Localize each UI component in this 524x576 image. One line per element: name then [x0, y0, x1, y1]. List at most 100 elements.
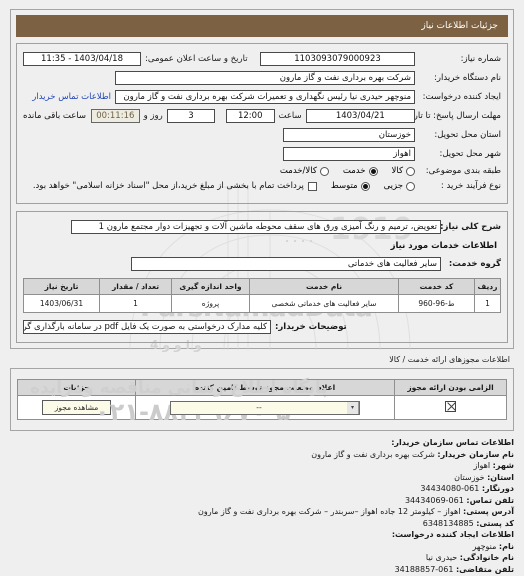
- cell-unit: پروژه: [171, 294, 250, 313]
- remaining-days-field[interactable]: 3: [166, 109, 216, 123]
- service-table-header-row: ردیف کد خدمت نام خدمت واحد اندازه گیری ت…: [23, 278, 501, 295]
- table-row: ▾ -- مشاهده مجوز: [17, 395, 507, 420]
- permit-status-select[interactable]: ▾ --: [170, 400, 360, 415]
- creator-label-phone: تلفن متقاضی:: [455, 564, 514, 574]
- province-field[interactable]: خوزستان: [283, 128, 415, 142]
- radio-icon-motevaset[interactable]: [360, 181, 370, 191]
- category-label: طبقه بندی موضوعی:: [425, 166, 501, 176]
- radio-icon-kala[interactable]: [406, 166, 415, 176]
- col-name: نام خدمت: [249, 278, 399, 295]
- remaining-label: ساعت باقی مانده: [22, 111, 87, 121]
- contact-value-phone: 34434069-061: [404, 495, 464, 505]
- summary-box: شرح کلی نیاز: تعویض، ترمیم و رنگ آمیزی و…: [16, 211, 508, 343]
- contact-label-province: استان:: [487, 472, 514, 482]
- contact-item-fax: دورنگار: 34434080-061: [10, 483, 514, 495]
- radio-icon-khedmat[interactable]: [368, 166, 378, 176]
- creator-value-phone: 34188857-061: [394, 564, 454, 574]
- chevron-down-icon[interactable]: ▾: [347, 401, 359, 414]
- cell-need-date: 1403/06/31: [23, 294, 100, 313]
- radio-label-motevaset: متوسط: [330, 181, 358, 191]
- cell-quantity: 1: [99, 294, 172, 313]
- panel-title: جزئیات اطلاعات نیاز: [16, 15, 508, 37]
- contact-label-postal: کد پستی:: [476, 518, 514, 528]
- contact-value-postal: 6348134885: [422, 518, 474, 528]
- gap-label: [215, 111, 226, 121]
- contact-item-address: آدرس پستی: اهواز – کیلومتر 12 جاده اهواز…: [10, 506, 514, 518]
- announce-field[interactable]: 1403/04/18 - 11:35: [23, 52, 141, 66]
- need-number-field[interactable]: 1103093079000923: [260, 52, 415, 66]
- buyer-org-label: نام دستگاه خریدار:: [434, 73, 501, 83]
- countdown-field: 00:11:16: [91, 109, 140, 123]
- col-quantity: تعداد / مقدار: [99, 278, 172, 295]
- summary-label: شرح کلی نیاز:: [440, 222, 501, 232]
- contact-item-org: نام سازمان خریدار: شرکت بهره برداری نفت …: [10, 449, 514, 461]
- row-buyer-notes: توضیحات خریدار: کلیه مدارک درخواستی به ص…: [23, 320, 501, 334]
- creator-field[interactable]: منوچهر حیدری نیا رئیس نگهداری و تعمیرات …: [115, 90, 415, 104]
- creator-value-first: منوچهر: [472, 541, 497, 551]
- radio-category-khedmat[interactable]: خدمت: [343, 166, 378, 176]
- services-heading: اطلاعات خدمات مورد نیاز: [390, 241, 497, 251]
- service-table: ردیف کد خدمت نام خدمت واحد اندازه گیری ت…: [23, 278, 501, 313]
- col-permit-status: اعلام وضعیت مجوز توسط تامین کننده: [135, 379, 395, 396]
- contact-value-province: خوزستان: [454, 472, 485, 482]
- permits-table: الزامی بودن ارائه مجوز اعلام وضعیت مجوز …: [17, 379, 507, 420]
- creator-value-last: حیدری نیا: [425, 553, 458, 562]
- deadline-label: مهلت ارسال پاسخ: تا تاریخ:: [403, 110, 501, 121]
- buyer-org-field[interactable]: شرکت بهره برداری نفت و گاز مارون: [115, 71, 415, 85]
- deadline-time-field[interactable]: 12:00: [225, 109, 275, 123]
- radio-label-kala-khedmat: کالا/خدمت: [279, 166, 317, 176]
- col-index: ردیف: [474, 278, 501, 295]
- col-permit-details: جزئیات: [17, 379, 136, 396]
- row-summary: شرح کلی نیاز: تعویض، ترمیم و رنگ آمیزی و…: [23, 220, 501, 234]
- radio-process-jozi[interactable]: جزیی: [384, 181, 415, 191]
- radio-category-kala[interactable]: کالا: [392, 166, 415, 176]
- contact-heading: اطلاعات تماس سازمان خریدار:: [391, 438, 514, 447]
- row-city: شهر محل تحویل: اهواز: [23, 147, 501, 161]
- summary-field[interactable]: تعویض، ترمیم و رنگ آمیزی ورق های سقف محو…: [71, 220, 441, 234]
- contact-item-city: شهر: اهواز: [10, 460, 514, 472]
- creator-item-last: نام خانوادگی: حیدری نیا: [10, 552, 514, 564]
- row-process: نوع فرآیند خرید : جزیی متوسط پرداخت تمام…: [23, 181, 501, 191]
- contact-label-phone: تلفن تماس:: [466, 495, 514, 505]
- cell-code: ط-96-960: [398, 294, 475, 313]
- deadline-time-label: ساعت: [278, 111, 302, 121]
- radio-label-khedmat: خدمت: [342, 166, 366, 176]
- radio-process-motevaset[interactable]: متوسط: [331, 181, 370, 191]
- announce-label: تاریخ و ساعت اعلان عمومی:: [145, 54, 248, 64]
- row-need-number: شماره نیاز: 1103093079000923 تاریخ و ساع…: [23, 52, 501, 66]
- province-label: استان محل تحویل:: [434, 130, 501, 140]
- contact-value-address: اهواز – کیلومتر 12 جاده اهواز –سربندر – …: [198, 507, 461, 516]
- col-code: کد خدمت: [398, 278, 475, 295]
- contact-label-fax: دورنگار:: [481, 484, 514, 493]
- radio-label-jozi: جزیی: [383, 181, 403, 191]
- need-form: شماره نیاز: 1103093079000923 تاریخ و ساع…: [16, 43, 508, 204]
- cell-permit-required: [394, 395, 507, 420]
- contact-label-address: آدرس پستی:: [463, 507, 514, 516]
- service-group-field[interactable]: سایر فعالیت های خدماتی: [131, 257, 441, 271]
- radio-category-kala-khedmat[interactable]: کالا/خدمت: [280, 166, 329, 176]
- contact-footer: اطلاعات تماس سازمان خریدار: نام سازمان خ…: [0, 431, 524, 575]
- radio-icon-kala-khedmat[interactable]: [319, 166, 329, 176]
- deadline-date-field[interactable]: 1403/04/21: [305, 109, 415, 123]
- buyer-notes-field[interactable]: کلیه مدارک درخواستی به صورت یک فایل pdf …: [23, 320, 271, 334]
- creator-label-last: نام خانوادگی:: [459, 553, 514, 562]
- need-number-label: شماره نیاز:: [460, 54, 501, 64]
- cell-permit-status: ▾ --: [135, 395, 395, 420]
- x-box-icon: [445, 401, 456, 412]
- creator-label-first: نام:: [498, 541, 514, 551]
- cell-permit-details: مشاهده مجوز: [17, 395, 136, 420]
- radio-label-kala: کالا: [391, 166, 403, 176]
- permits-panel: الزامی بودن ارائه مجوز اعلام وضعیت مجوز …: [10, 368, 514, 431]
- payment-checkbox[interactable]: [307, 181, 317, 191]
- creator-item-first: نام: منوچهر: [10, 541, 514, 553]
- city-field[interactable]: اهواز: [283, 147, 415, 161]
- buyer-contact-link[interactable]: اطلاعات تماس خریدار: [32, 92, 115, 102]
- view-permit-button[interactable]: مشاهده مجوز: [41, 400, 112, 415]
- radio-icon-jozi[interactable]: [406, 181, 415, 191]
- contact-label-city: شهر:: [492, 461, 514, 470]
- days-label: روز و: [143, 111, 163, 121]
- contact-value-city: اهواز: [473, 461, 491, 470]
- process-label: نوع فرآیند خرید :: [440, 181, 501, 191]
- city-label: شهر محل تحویل:: [439, 149, 501, 159]
- creator-contact-heading: اطلاعات ایجاد کننده درخواست:: [391, 530, 514, 539]
